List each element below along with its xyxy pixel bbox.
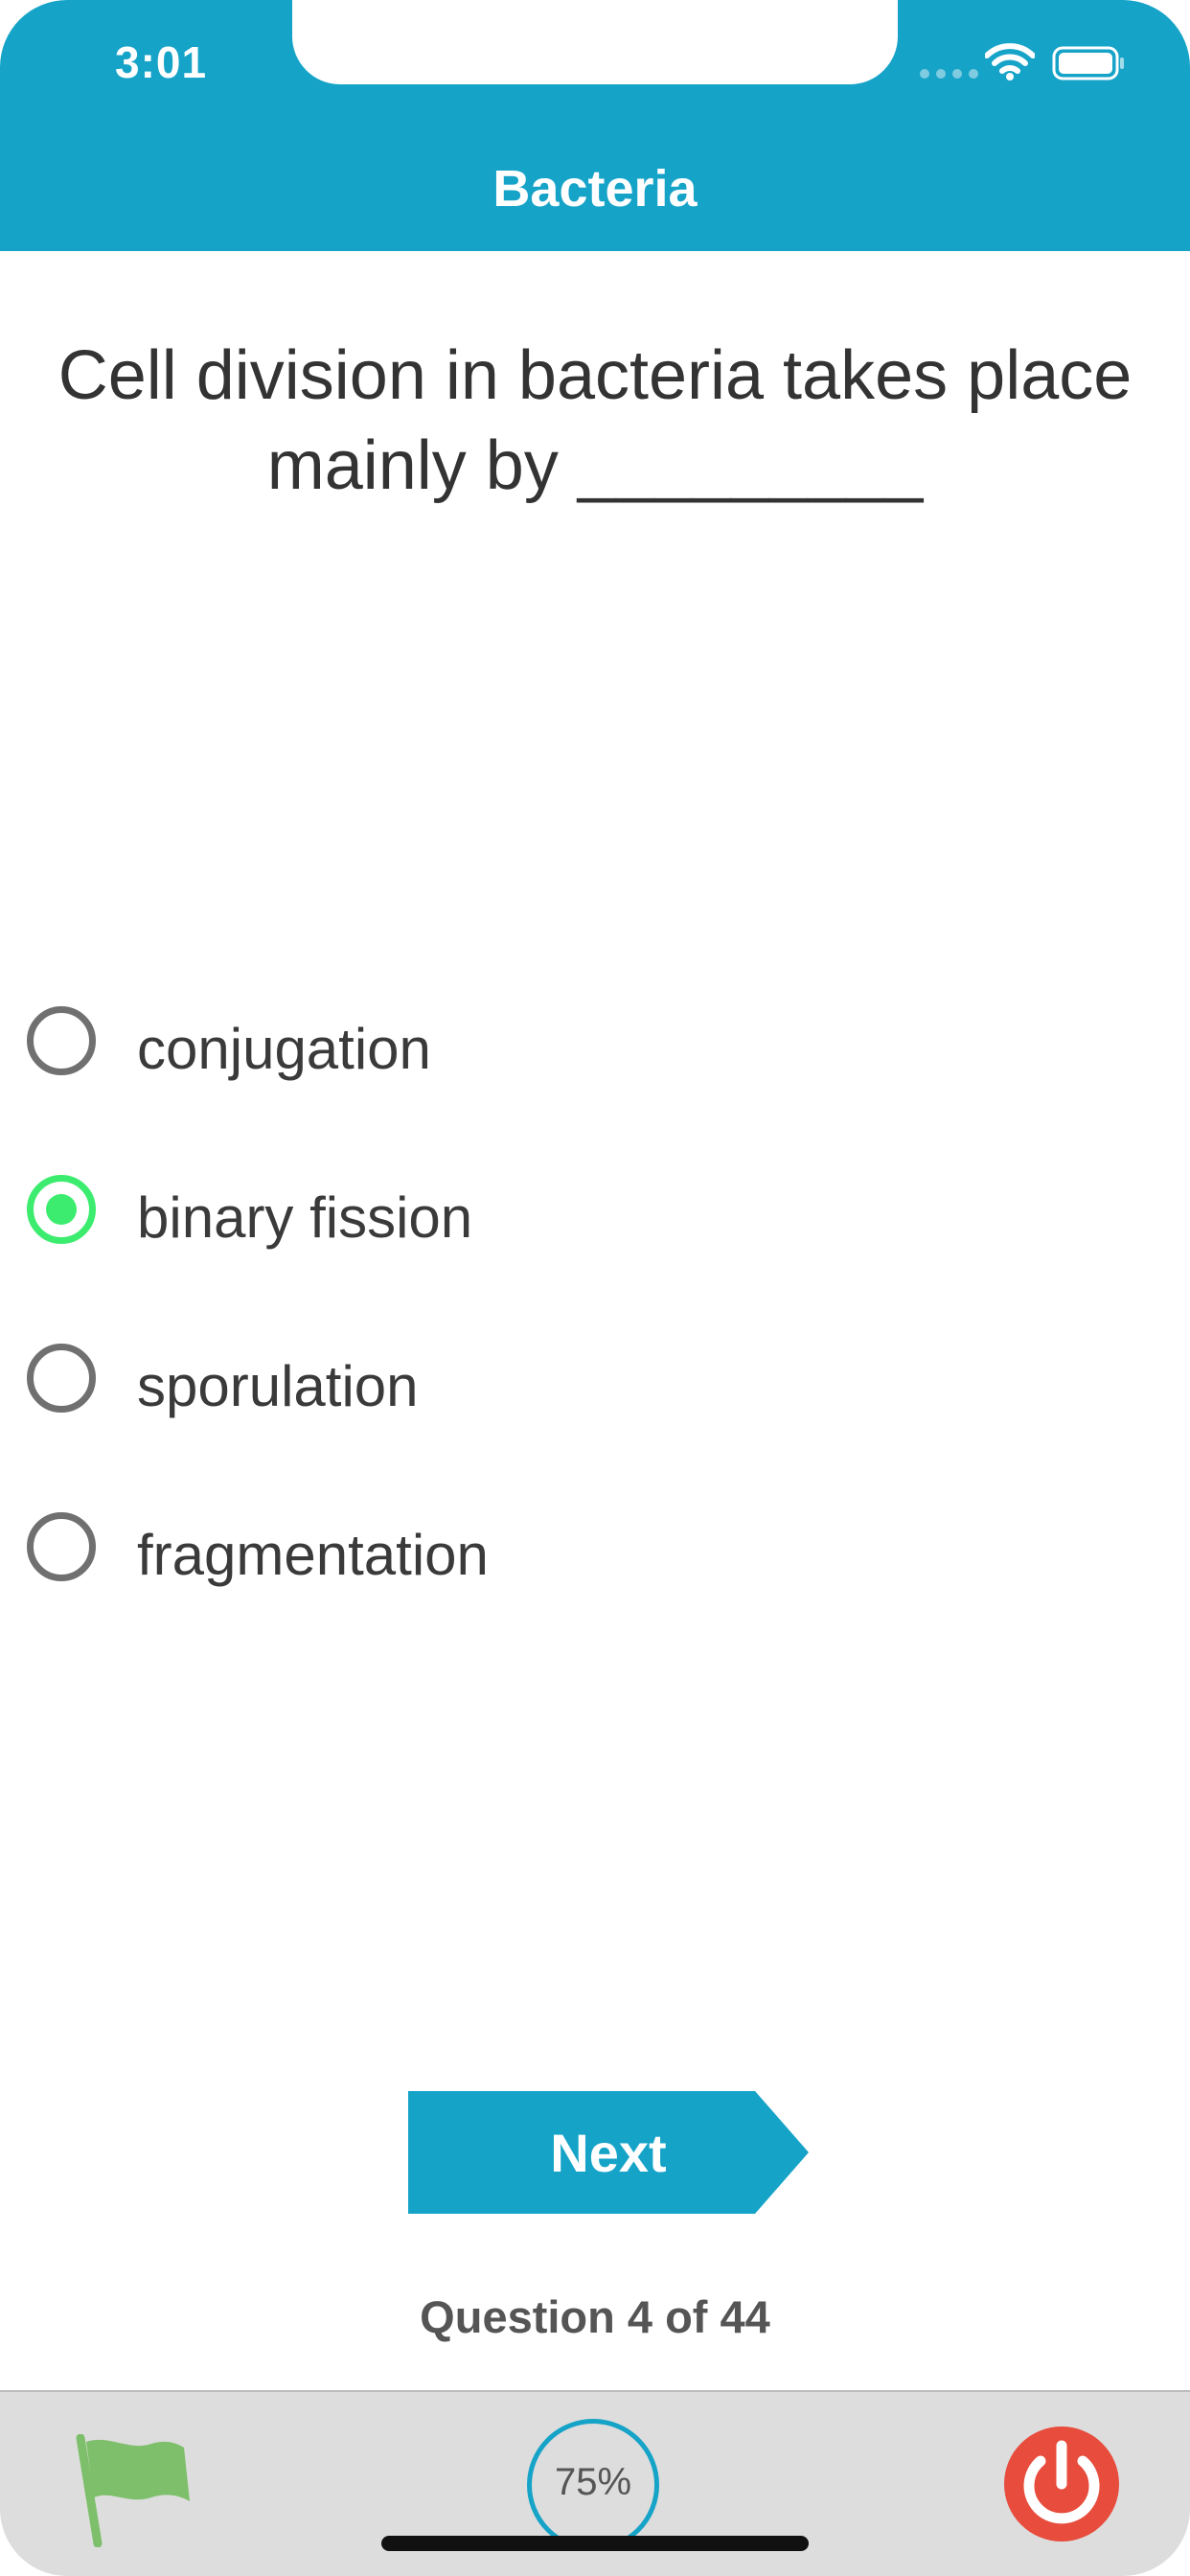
device-notch	[292, 0, 898, 84]
option-label: conjugation	[137, 1017, 431, 1081]
status-time: 3:01	[115, 37, 208, 87]
question-text: Cell division in bacteria takes place ma…	[57, 337, 1133, 504]
option-conjugation[interactable]: conjugation	[0, 997, 1190, 1112]
page-title: Bacteria	[492, 160, 698, 218]
battery-icon	[1052, 46, 1124, 80]
option-sporulation[interactable]: sporulation	[0, 1334, 1190, 1449]
option-label: sporulation	[137, 1354, 419, 1418]
option-fragmentation[interactable]: fragmentation	[0, 1503, 1190, 1618]
next-button[interactable]: Next	[408, 2091, 809, 2214]
radio-button[interactable]	[27, 1512, 96, 1581]
home-indicator[interactable]	[381, 2536, 809, 2551]
option-label: fragmentation	[137, 1523, 489, 1587]
option-label: binary fission	[137, 1185, 473, 1250]
radio-button[interactable]	[27, 1344, 96, 1413]
app-header: 3:01 Bacteria	[0, 0, 1190, 251]
radio-button-selected[interactable]	[27, 1175, 96, 1244]
flag-icon[interactable]	[71, 2434, 195, 2547]
wifi-icon	[985, 43, 1035, 80]
radio-button[interactable]	[27, 1006, 96, 1075]
percent-label: 75%	[554, 2461, 632, 2503]
next-button-label: Next	[550, 2122, 667, 2183]
power-icon[interactable]	[1002, 2425, 1121, 2543]
question-counter: Question 4 of 44	[420, 2291, 770, 2342]
option-binary-fission[interactable]: binary fission	[0, 1165, 1190, 1280]
cellular-signal-icon	[920, 69, 978, 79]
